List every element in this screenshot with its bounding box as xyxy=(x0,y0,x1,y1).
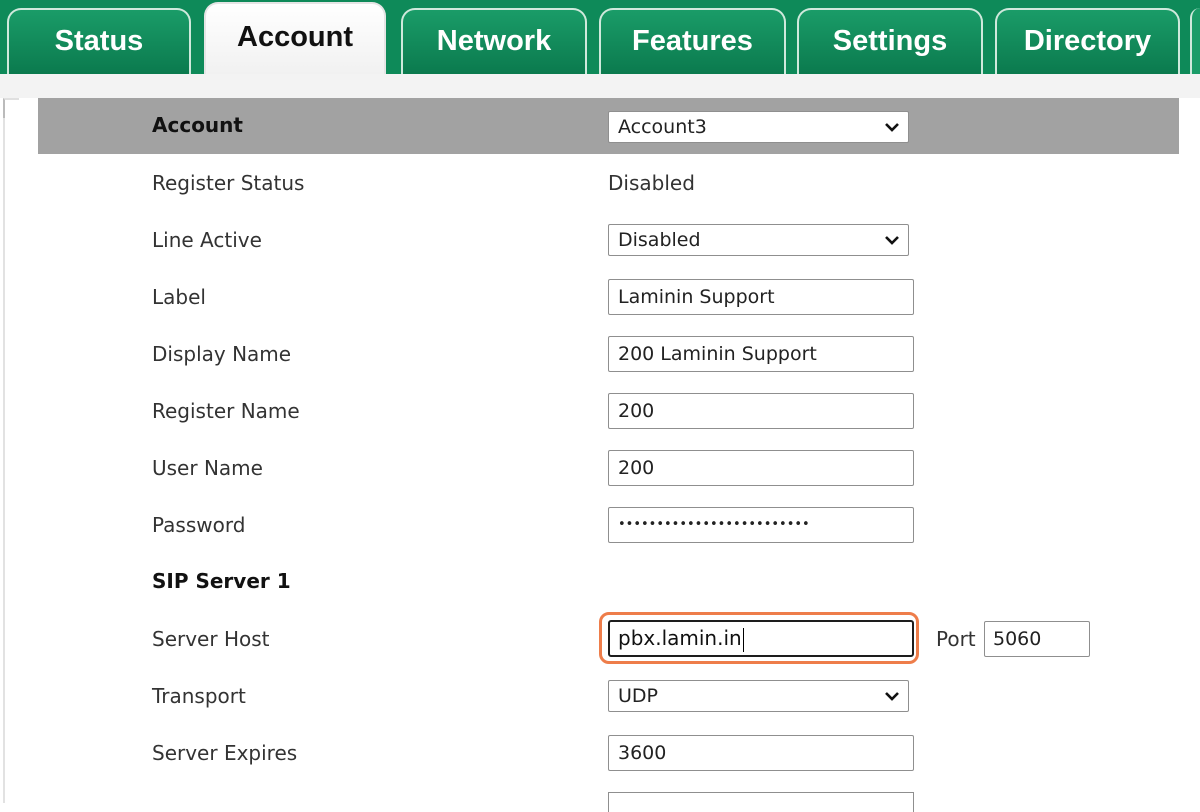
register-name-label: Register Name xyxy=(152,399,300,423)
account-label: Account xyxy=(152,113,243,137)
transport-select[interactable]: UDP xyxy=(608,680,909,712)
text-caret xyxy=(742,627,744,652)
tab-settings[interactable]: Settings xyxy=(797,8,983,74)
display-name-input[interactable]: 200 Laminin Support xyxy=(608,336,914,372)
line-active-select-value: Disabled xyxy=(618,229,701,251)
label-field-label: Label xyxy=(152,285,206,309)
tab-bar: Status Account Network Features Settings… xyxy=(0,0,1200,74)
tab-directory[interactable]: Directory xyxy=(995,8,1180,74)
account-select-value: Account3 xyxy=(618,116,707,138)
left-frame-border xyxy=(3,98,5,803)
tab-account[interactable]: Account xyxy=(204,2,386,74)
tab-features[interactable]: Features xyxy=(599,8,786,74)
left-frame-corner xyxy=(3,98,19,118)
port-input[interactable]: 5060 xyxy=(984,621,1090,657)
server-host-value: pbx.lamin.in xyxy=(618,626,742,650)
register-status-value: Disabled xyxy=(608,171,695,195)
sip-server-section-title: SIP Server 1 xyxy=(152,569,291,593)
chevron-down-icon xyxy=(885,123,899,132)
register-name-input[interactable]: 200 xyxy=(608,393,914,429)
server-expires-label: Server Expires xyxy=(152,741,298,765)
label-input[interactable]: Laminin Support xyxy=(608,279,914,315)
transport-label: Transport xyxy=(152,684,246,708)
server-host-input[interactable]: pbx.lamin.in xyxy=(608,620,914,657)
server-expires-input[interactable]: 3600 xyxy=(608,735,914,771)
account-select[interactable]: Account3 xyxy=(608,111,909,143)
chevron-down-icon xyxy=(885,236,899,245)
user-name-label: User Name xyxy=(152,456,263,480)
content-top-strip xyxy=(0,74,1200,98)
line-active-select[interactable]: Disabled xyxy=(608,224,909,256)
password-label: Password xyxy=(152,513,246,537)
password-input[interactable]: ••••••••••••••••••••••••• xyxy=(608,507,914,543)
user-name-input[interactable]: 200 xyxy=(608,450,914,486)
display-name-label: Display Name xyxy=(152,342,292,366)
register-status-label: Register Status xyxy=(152,171,305,195)
transport-select-value: UDP xyxy=(618,685,658,707)
server-host-label: Server Host xyxy=(152,627,270,651)
tab-network[interactable]: Network xyxy=(401,8,587,74)
chevron-down-icon xyxy=(885,692,899,701)
line-active-label: Line Active xyxy=(152,228,262,252)
next-field-input-partial[interactable] xyxy=(608,792,914,812)
port-label: Port xyxy=(936,627,976,651)
tab-overflow-edge xyxy=(1190,8,1200,74)
tab-status[interactable]: Status xyxy=(7,8,191,74)
